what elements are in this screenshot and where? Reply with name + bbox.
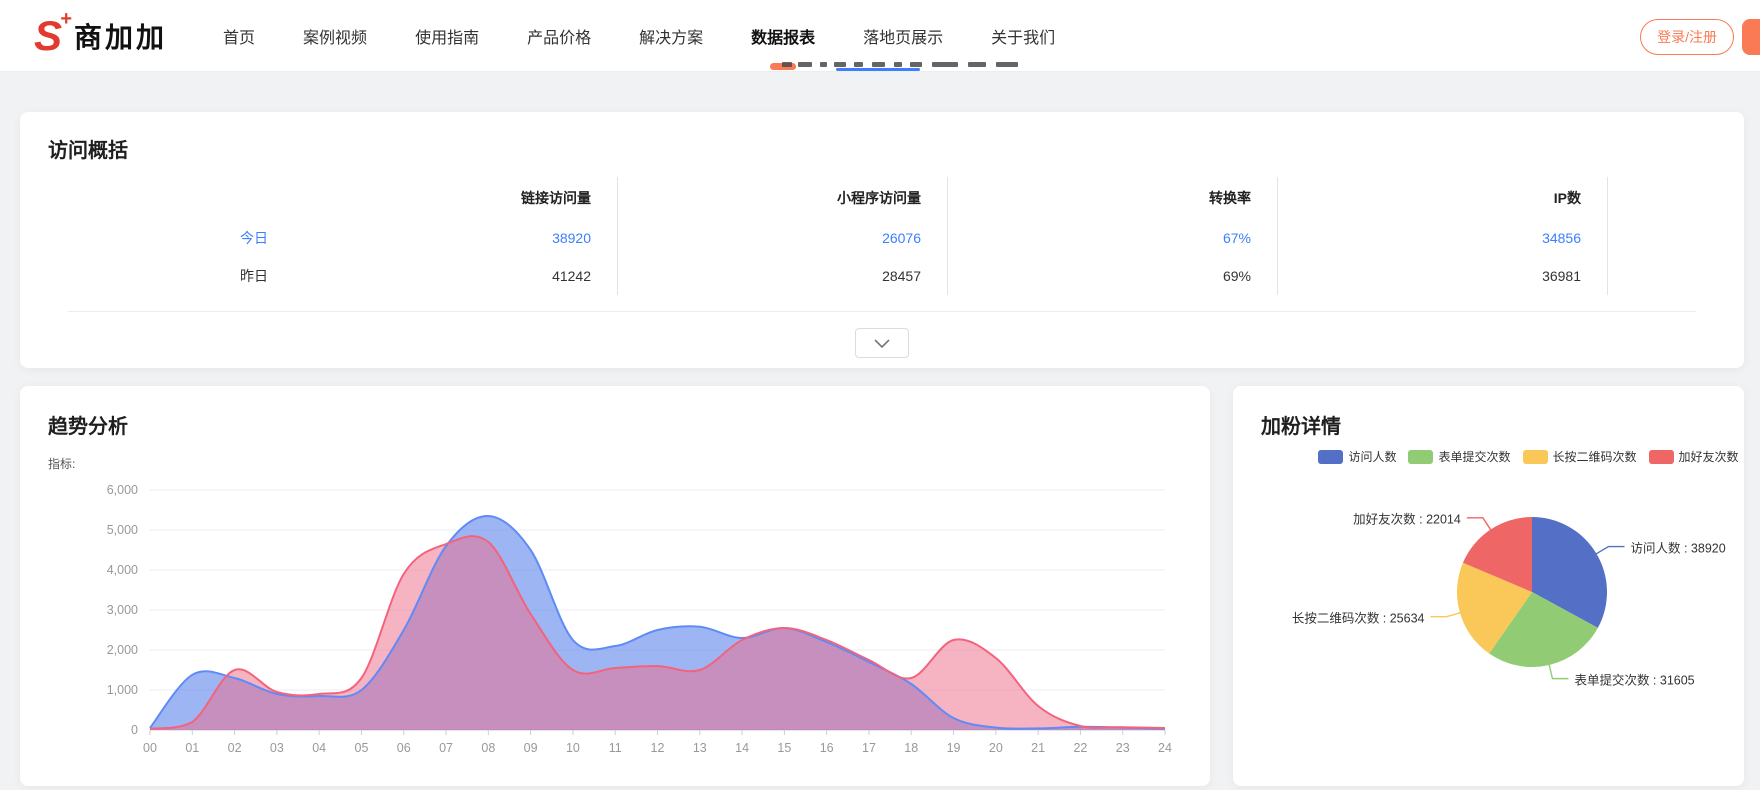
svg-text:22: 22 bbox=[1073, 741, 1087, 755]
svg-text:24: 24 bbox=[1158, 741, 1172, 755]
svg-text:20: 20 bbox=[989, 741, 1003, 755]
overview-divider bbox=[68, 311, 1696, 312]
trend-area-chart: 0 1,000 2,000 3,000 4,000 5,000 6,000 00 01 02 03 0… bbox=[35, 470, 1190, 780]
svg-text:1,000: 1,000 bbox=[107, 683, 138, 697]
brand-name: 商加加 bbox=[74, 16, 167, 56]
edge-side-button[interactable] bbox=[1742, 19, 1760, 55]
svg-text:0: 0 bbox=[131, 723, 138, 737]
svg-text:19: 19 bbox=[947, 741, 961, 755]
svg-text:07: 07 bbox=[439, 741, 453, 755]
svg-text:21: 21 bbox=[1031, 741, 1045, 755]
table-corner bbox=[68, 177, 288, 219]
nav-item-产品价格[interactable]: 产品价格 bbox=[527, 0, 591, 72]
nav-item-案例视频[interactable]: 案例视频 bbox=[303, 0, 367, 72]
nav-item-解决方案[interactable]: 解决方案 bbox=[639, 0, 703, 72]
collapse-button[interactable] bbox=[855, 328, 909, 358]
svg-text:14: 14 bbox=[735, 741, 749, 755]
column-header-IP数: IP数 bbox=[1278, 177, 1608, 219]
svg-text:05: 05 bbox=[355, 741, 369, 755]
cell-value: 26076 bbox=[618, 219, 948, 257]
svg-text:08: 08 bbox=[481, 741, 495, 755]
overview-table: 链接访问量小程序访问量转换率IP数今日389202607667%34856 昨日4… bbox=[68, 177, 1696, 295]
table-filler bbox=[1608, 219, 1696, 257]
login-register-button[interactable]: 登录/注册 bbox=[1640, 19, 1734, 55]
pie-label-访问人数: 访问人数 : 38920 bbox=[1631, 537, 1726, 556]
cell-value: 36981 bbox=[1278, 257, 1608, 295]
svg-text:17: 17 bbox=[862, 741, 876, 755]
trend-card: 趋势分析 指标: 01,0002,0003,0004,0005,0006,000… bbox=[20, 386, 1210, 786]
column-header-链接访问量: 链接访问量 bbox=[288, 177, 618, 219]
svg-text:10: 10 bbox=[566, 741, 580, 755]
pie-label-表单提交次数: 表单提交次数 : 31605 bbox=[1574, 669, 1694, 688]
svg-text:02: 02 bbox=[228, 741, 242, 755]
table-filler bbox=[1608, 177, 1696, 219]
nav-item-使用指南[interactable]: 使用指南 bbox=[415, 0, 479, 72]
pie-chart bbox=[1233, 386, 1744, 786]
header: S+ 商加加 首页案例视频使用指南产品价格解决方案数据报表落地页展示关于我们 登… bbox=[0, 0, 1760, 72]
svg-text:23: 23 bbox=[1116, 741, 1130, 755]
svg-text:5,000: 5,000 bbox=[107, 523, 138, 537]
svg-text:03: 03 bbox=[270, 741, 284, 755]
brand-logo[interactable]: S+ 商加加 bbox=[34, 15, 167, 57]
fans-pie-card: 加粉详情 访问人数表单提交次数长按二维码次数加好友次数 访问人数 : 38920… bbox=[1233, 386, 1744, 786]
chevron-down-icon bbox=[874, 339, 890, 348]
nav-item-首页[interactable]: 首页 bbox=[223, 0, 255, 72]
svg-text:06: 06 bbox=[397, 741, 411, 755]
svg-text:2,000: 2,000 bbox=[107, 643, 138, 657]
svg-text:4,000: 4,000 bbox=[107, 563, 138, 577]
cell-value: 69% bbox=[948, 257, 1278, 295]
svg-text:09: 09 bbox=[524, 741, 538, 755]
svg-text:00: 00 bbox=[143, 741, 157, 755]
svg-text:6,000: 6,000 bbox=[107, 483, 138, 497]
pie-label-加好友次数: 加好友次数 : 22014 bbox=[1353, 508, 1461, 527]
logo-s-icon: S+ bbox=[34, 15, 60, 57]
trend-card-title: 趋势分析 bbox=[20, 410, 1210, 439]
svg-text:15: 15 bbox=[777, 741, 791, 755]
cell-value: 28457 bbox=[618, 257, 948, 295]
svg-text:01: 01 bbox=[185, 741, 199, 755]
row-label-昨日[interactable]: 昨日 bbox=[68, 257, 288, 295]
svg-text:16: 16 bbox=[820, 741, 834, 755]
svg-text:13: 13 bbox=[693, 741, 707, 755]
clipped-tab-fragments bbox=[782, 59, 1022, 71]
clipped-tab-active-underline bbox=[836, 68, 920, 71]
svg-text:18: 18 bbox=[904, 741, 918, 755]
logo-plus-icon: + bbox=[60, 9, 70, 29]
overview-card: 访问概括 链接访问量小程序访问量转换率IP数今日389202607667%348… bbox=[20, 112, 1744, 368]
cell-value: 38920 bbox=[288, 219, 618, 257]
cell-value: 67% bbox=[948, 219, 1278, 257]
column-header-转换率: 转换率 bbox=[948, 177, 1278, 219]
pie-label-长按二维码次数: 长按二维码次数 : 25634 bbox=[1292, 607, 1425, 626]
cell-value: 34856 bbox=[1278, 219, 1608, 257]
column-header-小程序访问量: 小程序访问量 bbox=[618, 177, 948, 219]
row-label-今日[interactable]: 今日 bbox=[68, 219, 288, 257]
overview-card-title: 访问概括 bbox=[20, 134, 1744, 163]
cell-value: 41242 bbox=[288, 257, 618, 295]
svg-text:3,000: 3,000 bbox=[107, 603, 138, 617]
svg-text:11: 11 bbox=[609, 741, 622, 755]
svg-text:12: 12 bbox=[651, 741, 665, 755]
svg-text:04: 04 bbox=[312, 741, 326, 755]
table-filler bbox=[1608, 257, 1696, 295]
